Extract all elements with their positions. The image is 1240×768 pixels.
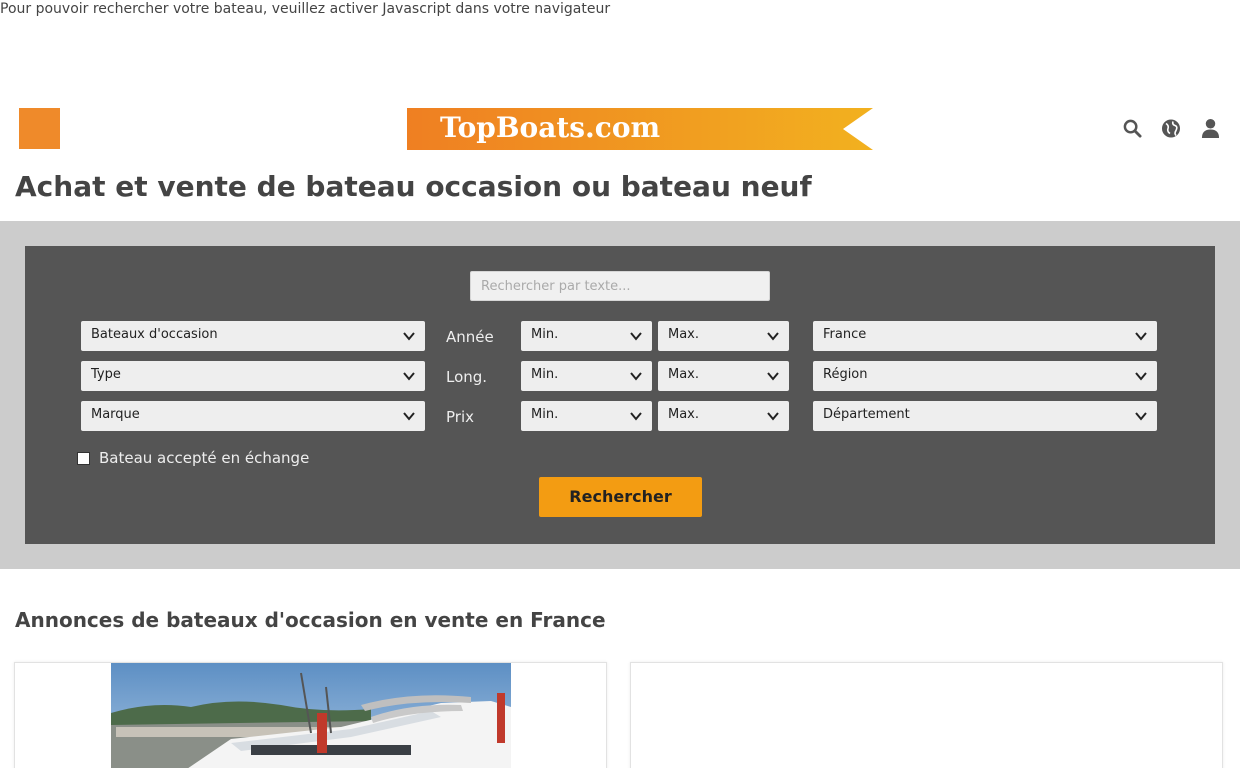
price-min-value: Min. — [531, 407, 559, 422]
menu-button[interactable] — [19, 108, 60, 149]
exchange-checkbox-label[interactable]: Bateau accepté en échange — [99, 449, 309, 467]
exchange-option: Bateau accepté en échange — [77, 449, 309, 467]
search-band: Bateaux d'occasion Année Min. Max. Franc… — [0, 221, 1240, 569]
year-max-value: Max. — [668, 327, 700, 342]
search-icon[interactable] — [1122, 116, 1142, 140]
year-max-select[interactable]: Max. — [658, 321, 789, 351]
length-min-select[interactable]: Min. — [521, 361, 652, 391]
length-min-value: Min. — [531, 367, 559, 382]
noscript-message: Pour pouvoir rechercher votre bateau, ve… — [0, 1, 611, 17]
logo-brand-text: TopBoats.com — [440, 111, 660, 144]
listing-card[interactable] — [630, 662, 1223, 768]
header-icons — [1122, 116, 1220, 140]
listing-card[interactable] — [14, 662, 607, 768]
type-select-value: Type — [91, 367, 121, 382]
chevron-down-icon — [403, 332, 415, 341]
text-search-input[interactable] — [470, 271, 770, 301]
price-label: Prix — [446, 408, 474, 426]
year-min-value: Min. — [531, 327, 559, 342]
globe-icon[interactable] — [1161, 116, 1181, 140]
brand-select[interactable]: Marque — [81, 401, 425, 431]
chevron-down-icon — [1135, 332, 1147, 341]
topboats-logo[interactable]: TopBoats.com — [407, 108, 873, 150]
chevron-down-icon — [630, 412, 642, 421]
price-min-select[interactable]: Min. — [521, 401, 652, 431]
chevron-down-icon — [767, 412, 779, 421]
length-max-value: Max. — [668, 367, 700, 382]
search-panel: Bateaux d'occasion Année Min. Max. Franc… — [25, 246, 1215, 544]
country-select-value: France — [823, 327, 867, 342]
department-select[interactable]: Département — [813, 401, 1157, 431]
price-max-select[interactable]: Max. — [658, 401, 789, 431]
year-label: Année — [446, 328, 494, 346]
year-min-select[interactable]: Min. — [521, 321, 652, 351]
site-header: TopBoats.com — [0, 100, 1240, 160]
category-select-value: Bateaux d'occasion — [91, 327, 218, 342]
chevron-down-icon — [1135, 372, 1147, 381]
listings-section-title: Annonces de bateaux d'occasion en vente … — [15, 608, 606, 632]
region-select-value: Région — [823, 367, 868, 382]
department-select-value: Département — [823, 407, 910, 422]
price-max-value: Max. — [668, 407, 700, 422]
brand-select-value: Marque — [91, 407, 140, 422]
chevron-down-icon — [1135, 412, 1147, 421]
chevron-down-icon — [403, 372, 415, 381]
boat-photo[interactable] — [111, 663, 511, 768]
chevron-down-icon — [403, 412, 415, 421]
category-select[interactable]: Bateaux d'occasion — [81, 321, 425, 351]
search-submit-button[interactable]: Rechercher — [539, 477, 702, 517]
length-max-select[interactable]: Max. — [658, 361, 789, 391]
region-select[interactable]: Région — [813, 361, 1157, 391]
chevron-down-icon — [767, 372, 779, 381]
exchange-checkbox[interactable] — [77, 451, 90, 465]
country-select[interactable]: France — [813, 321, 1157, 351]
type-select[interactable]: Type — [81, 361, 425, 391]
page-title: Achat et vente de bateau occasion ou bat… — [15, 170, 812, 203]
chevron-down-icon — [630, 372, 642, 381]
length-label: Long. — [446, 368, 488, 386]
chevron-down-icon — [767, 332, 779, 341]
chevron-down-icon — [630, 332, 642, 341]
user-icon[interactable] — [1200, 116, 1220, 140]
